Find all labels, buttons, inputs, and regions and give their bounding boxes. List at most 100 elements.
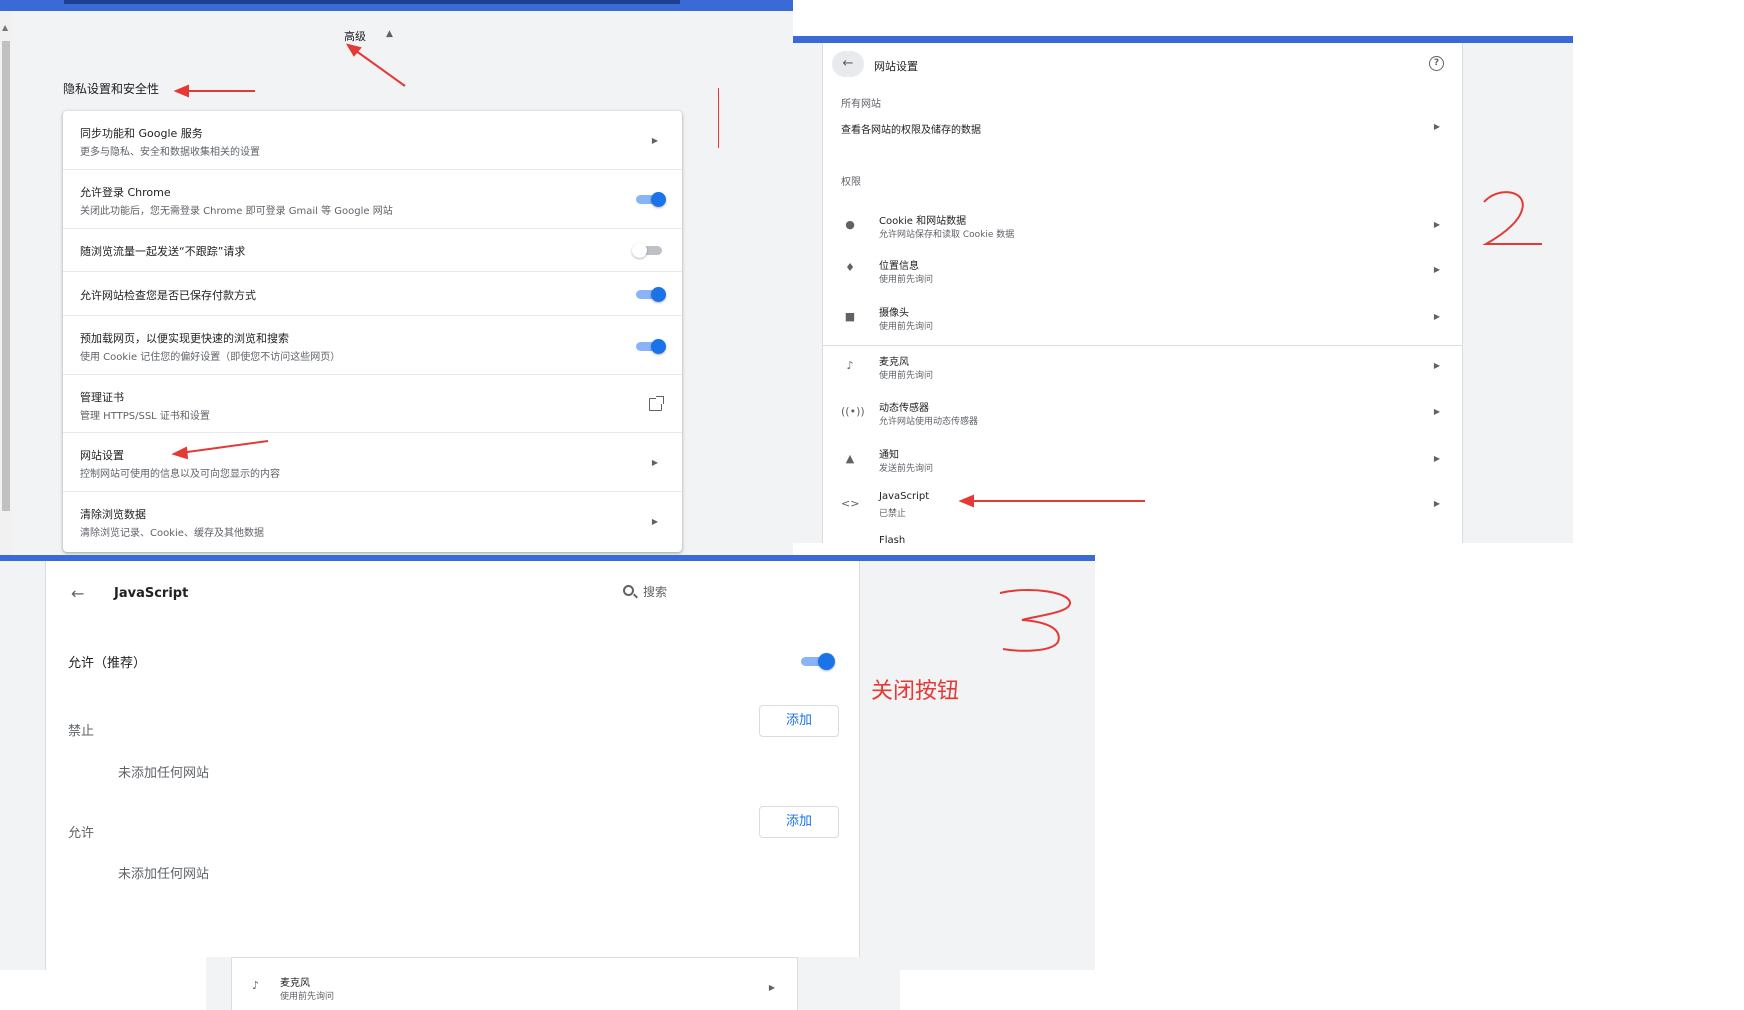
bell-icon: ▲ bbox=[845, 452, 855, 465]
payment-methods-toggle[interactable] bbox=[636, 287, 666, 302]
row-subtitle: 已禁止 bbox=[879, 509, 907, 519]
row-sync-google-services[interactable]: 同步功能和 Google 服务 更多与隐私、安全和数据收集相关的设置 ▶ bbox=[63, 111, 682, 169]
arrow-right-icon: ▶ bbox=[768, 983, 775, 992]
caret-up-icon[interactable]: ▲ bbox=[386, 29, 393, 39]
row-title: 允许网站检查您是否已保存付款方式 bbox=[80, 289, 256, 302]
section-title: 隐私设置和安全性 bbox=[63, 82, 160, 96]
arrow-right-icon: ▶ bbox=[651, 458, 658, 467]
row-subtitle: 发送前先询问 bbox=[879, 464, 934, 474]
row-flash-partial[interactable]: Flash bbox=[823, 532, 1462, 543]
scroll-up-icon[interactable]: ▲ bbox=[2, 23, 8, 32]
site-settings-panel: ← 网站设置 ? 所有网站 查看各网站的权限及储存的数据 ▶ 权限 ● Cook… bbox=[793, 36, 1573, 543]
external-link-icon[interactable] bbox=[649, 396, 664, 411]
row-subtitle: 关闭此功能后，您无需登录 Chrome 即可登录 Gmail 等 Google … bbox=[80, 206, 393, 217]
row-title: 同步功能和 Google 服务 bbox=[80, 127, 203, 140]
fragment-card[interactable]: ♪ 麦克风 使用前先询问 ▶ bbox=[231, 957, 798, 1010]
row-location[interactable]: ♦ 位置信息 使用前先询问 ▶ bbox=[823, 249, 1462, 296]
row-title: 摄像头 bbox=[879, 308, 909, 319]
row-title: Cookie 和网站数据 bbox=[879, 216, 967, 227]
row-title: 随浏览流量一起发送“不跟踪”请求 bbox=[80, 245, 246, 258]
row-clear-browsing-data[interactable]: 清除浏览数据 清除浏览记录、Cookie、缓存及其他数据 ▶ bbox=[63, 491, 682, 552]
back-arrow-icon[interactable]: ← bbox=[71, 584, 84, 603]
arrow-right-icon: ▶ bbox=[1433, 312, 1440, 321]
arrow-right-icon: ▶ bbox=[1433, 499, 1440, 508]
permissions-label: 权限 bbox=[841, 177, 861, 188]
search-icon[interactable] bbox=[623, 585, 634, 596]
allow-empty-text: 未添加任何网站 bbox=[118, 867, 210, 882]
preload-toggle[interactable] bbox=[636, 339, 666, 354]
signin-toggle[interactable] bbox=[636, 192, 666, 207]
scrollbar-thumb[interactable] bbox=[2, 41, 10, 511]
row-subtitle: 使用 Cookie 记住您的偏好设置（即使您不访问这些网页） bbox=[80, 352, 341, 363]
scrollbar[interactable]: ▲ bbox=[0, 11, 12, 555]
arrow-right-icon: ▶ bbox=[1433, 361, 1440, 370]
arrow-right-icon: ▶ bbox=[651, 517, 658, 526]
row-payment-methods[interactable]: 允许网站检查您是否已保存付款方式 bbox=[63, 271, 682, 315]
row-javascript[interactable]: <> JavaScript 已禁止 ▶ bbox=[823, 485, 1462, 532]
allow-section-label: 允许 bbox=[68, 826, 95, 841]
javascript-allow-toggle[interactable] bbox=[801, 653, 835, 670]
code-icon: <> bbox=[841, 497, 860, 510]
all-sites-label: 所有网站 bbox=[841, 99, 881, 110]
page-title: 网站设置 bbox=[874, 60, 918, 73]
row-subtitle: 允许网站使用动态传感器 bbox=[879, 417, 979, 427]
row-title: 清除浏览数据 bbox=[80, 508, 146, 521]
row-title: JavaScript bbox=[879, 491, 930, 502]
block-empty-text: 未添加任何网站 bbox=[118, 766, 210, 781]
settings-card: 同步功能和 Google 服务 更多与隐私、安全和数据收集相关的设置 ▶ 允许登… bbox=[63, 111, 682, 552]
row-title: 动态传感器 bbox=[879, 403, 929, 414]
allow-recommended-label: 允许（推荐） bbox=[68, 656, 147, 671]
cookie-icon: ● bbox=[845, 218, 855, 231]
row-title: 网站设置 bbox=[80, 449, 124, 462]
row-title: 麦克风 bbox=[280, 978, 310, 989]
arrow-right-icon: ▶ bbox=[1433, 454, 1440, 463]
search-input[interactable] bbox=[643, 583, 763, 601]
microphone-icon: ♪ bbox=[846, 359, 854, 372]
site-settings-card: ← 网站设置 ? 所有网站 查看各网站的权限及储存的数据 ▶ 权限 ● Cook… bbox=[822, 43, 1463, 543]
row-title: 预加载网页，以便实现更快速的浏览和搜索 bbox=[80, 332, 289, 345]
javascript-panel: ← JavaScript 允许（推荐） 禁止 添加 未添加任何网站 允许 添加 … bbox=[0, 555, 1095, 970]
row-microphone[interactable]: ♪ 麦克风 使用前先询问 ▶ bbox=[823, 346, 1462, 392]
row-subtitle: 使用前先询问 bbox=[879, 275, 934, 285]
row-cookies[interactable]: ● Cookie 和网站数据 允许网站保存和读取 Cookie 数据 ▶ bbox=[823, 203, 1462, 249]
row-title: Flash bbox=[879, 535, 906, 543]
add-allow-button[interactable]: 添加 bbox=[759, 806, 839, 838]
row-subtitle: 使用前先询问 bbox=[879, 322, 934, 332]
row-subtitle: 使用前先询问 bbox=[280, 992, 335, 1002]
top-bar bbox=[793, 36, 1573, 43]
arrow-right-icon: ▶ bbox=[1433, 265, 1440, 274]
javascript-card: ← JavaScript 允许（推荐） 禁止 添加 未添加任何网站 允许 添加 … bbox=[45, 561, 860, 970]
row-all-sites[interactable]: 查看各网站的权限及储存的数据 ▶ bbox=[823, 113, 1462, 143]
motion-sensor-icon: ((•)) bbox=[841, 405, 865, 418]
privacy-security-panel: ▲ 高级 ▲ 隐私设置和安全性 同步功能和 Google 服务 更多与隐私、安全… bbox=[0, 0, 793, 555]
row-subtitle: 更多与隐私、安全和数据收集相关的设置 bbox=[80, 147, 260, 158]
top-bar bbox=[0, 0, 793, 11]
camera-icon: ■ bbox=[844, 310, 856, 323]
row-manage-certificates[interactable]: 管理证书 管理 HTTPS/SSL 证书和设置 bbox=[63, 374, 682, 432]
arrow-right-icon: ▶ bbox=[1433, 220, 1440, 229]
advanced-toggle-label[interactable]: 高级 bbox=[344, 28, 366, 44]
annotation-line bbox=[718, 88, 719, 148]
row-site-settings[interactable]: 网站设置 控制网站可使用的信息以及可向您显示的内容 ▶ bbox=[63, 432, 682, 491]
row-notifications[interactable]: ▲ 通知 发送前先询问 ▶ bbox=[823, 439, 1462, 485]
do-not-track-toggle[interactable] bbox=[632, 243, 662, 258]
arrow-right-icon: ▶ bbox=[1433, 122, 1440, 131]
row-preload-pages[interactable]: 预加载网页，以便实现更快速的浏览和搜索 使用 Cookie 记住您的偏好设置（即… bbox=[63, 315, 682, 374]
annotation-note: 关闭按钮 bbox=[871, 679, 960, 704]
row-subtitle: 管理 HTTPS/SSL 证书和设置 bbox=[80, 411, 210, 422]
page-title: JavaScript bbox=[114, 586, 189, 601]
row-subtitle: 清除浏览记录、Cookie、缓存及其他数据 bbox=[80, 528, 264, 539]
help-icon[interactable]: ? bbox=[1429, 56, 1444, 71]
row-subtitle: 使用前先询问 bbox=[879, 371, 934, 381]
row-title: 允许登录 Chrome bbox=[80, 186, 171, 199]
back-arrow-icon[interactable]: ← bbox=[832, 51, 864, 77]
add-block-button[interactable]: 添加 bbox=[759, 705, 839, 737]
row-subtitle: 控制网站可使用的信息以及可向您显示的内容 bbox=[80, 469, 280, 480]
row-do-not-track[interactable]: 随浏览流量一起发送“不跟踪”请求 bbox=[63, 228, 682, 271]
row-camera[interactable]: ■ 摄像头 使用前先询问 ▶ bbox=[823, 296, 1462, 343]
microphone-icon: ♪ bbox=[252, 979, 260, 992]
row-title: 管理证书 bbox=[80, 391, 124, 404]
row-allow-chrome-signin[interactable]: 允许登录 Chrome 关闭此功能后，您无需登录 Chrome 即可登录 Gma… bbox=[63, 169, 682, 228]
arrow-right-icon: ▶ bbox=[651, 136, 658, 145]
row-motion-sensors[interactable]: ((•)) 动态传感器 允许网站使用动态传感器 ▶ bbox=[823, 392, 1462, 439]
